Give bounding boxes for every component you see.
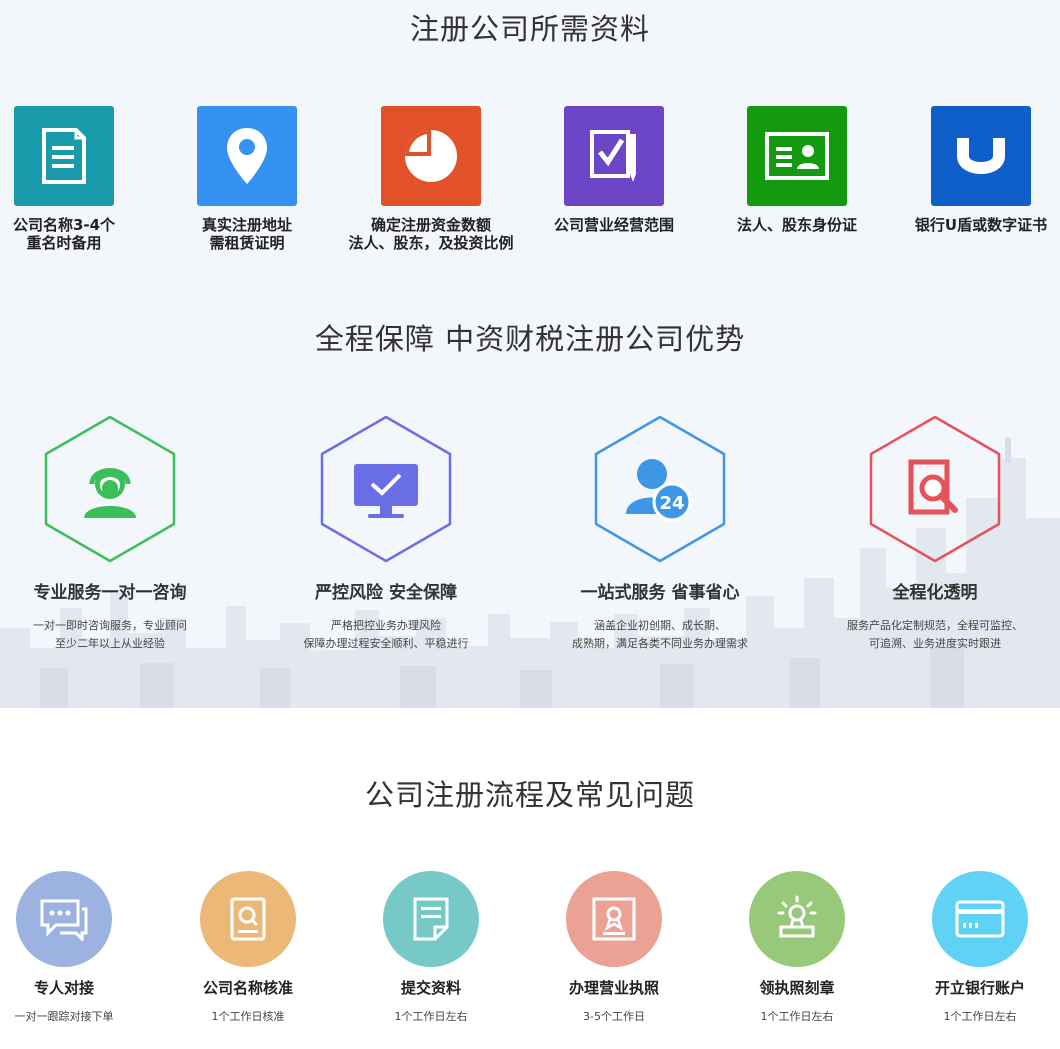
stamp-icon [749,871,845,967]
advantage-title: 全程化透明 [892,583,978,603]
id-card-icon [747,106,847,206]
u-key-icon [931,106,1031,206]
requirement-item: 公司名称3-4个 重名时备用 [0,106,159,252]
process-step: 办理营业执照 3-5个工作日 [534,871,694,1024]
document-icon [14,106,114,206]
advantage-desc: 涵盖企业初创期、成长期、 成熟期，满足各类不同业务办理需求 [572,619,748,650]
requirement-label: 公司营业经营范围 [553,216,674,234]
advantage-desc: 一对一即时咨询服务，专业顾问 至少二年以上从业经验 [33,619,187,650]
requirement-item: 银行U盾或数字证书 [886,106,1060,234]
advantages-title: 全程保障 中资财税注册公司优势 [314,322,746,356]
process-step-title: 专人对接 [33,979,94,997]
process-step: 提交资料 1个工作日左右 [351,871,511,1024]
chat-icon [16,871,112,967]
process-step-title: 公司名称核准 [202,979,293,997]
requirements-title: 注册公司所需资料 [409,12,650,46]
requirement-item: 法人、股东身份证 [702,106,892,234]
process-step-title: 办理营业执照 [568,979,659,997]
process-step-desc: 1个工作日左右 [394,1010,468,1023]
location-pin-icon [197,106,297,206]
license-icon [566,871,662,967]
process-step-desc: 1个工作日左右 [760,1010,834,1023]
advantage-title: 一站式服务 省事省心 [580,583,740,603]
advantage-item: 严控风险 安全保障 严格把控业务办理风险 保障办理过程安全顺利、平稳进行 [266,414,506,653]
process-step: 领执照刻章 1个工作日左右 [717,871,877,1024]
process-step-title: 领执照刻章 [759,979,835,997]
process-step: 公司名称核准 1个工作日核准 [168,871,328,1024]
requirement-item: 确定注册资金数额 法人、股东，及投资比例 [336,106,526,252]
consultant-icon [44,415,176,563]
advantage-item: 24 一站式服务 省事省心 涵盖企业初创期、成长期、 成熟期，满足各类不同业务办… [540,414,780,653]
bank-card-icon [932,871,1028,967]
advantage-desc: 严格把控业务办理风险 保障办理过程安全顺利、平稳进行 [303,619,469,650]
requirement-label: 公司名称3-4个 重名时备用 [12,216,116,252]
monitor-check-icon [320,415,452,563]
process-step-desc: 1个工作日左右 [943,1010,1017,1023]
document-search-icon [869,415,1001,563]
advantage-title: 专业服务一对一咨询 [33,583,187,603]
process-step-desc: 1个工作日核准 [211,1010,285,1023]
user-24-icon: 24 [594,415,726,563]
requirement-item: 真实注册地址 需租赁证明 [152,106,342,252]
advantage-item: 全程化透明 服务产品化定制规范，全程可监控、 可追溯、业务进度实时跟进 [815,414,1055,653]
process-step-desc: 一对一跟踪对接下单 [14,1010,114,1023]
requirement-label: 真实注册地址 需租赁证明 [201,216,292,252]
requirement-label: 确定注册资金数额 法人、股东，及投资比例 [348,216,514,252]
process-title: 公司注册流程及常见问题 [364,778,695,812]
checklist-icon [564,106,664,206]
requirement-item: 公司营业经营范围 [519,106,709,234]
advantage-desc: 服务产品化定制规范，全程可监控、 可追溯、业务进度实时跟进 [847,619,1023,650]
process-step-title: 开立银行账户 [934,979,1025,997]
svg-text:24: 24 [659,493,684,514]
requirement-label: 银行U盾或数字证书 [914,216,1048,234]
search-doc-icon [200,871,296,967]
process-step: 专人对接 一对一跟踪对接下单 [0,871,144,1024]
file-icon [383,871,479,967]
pie-chart-icon [381,106,481,206]
process-step: 开立银行账户 1个工作日左右 [900,871,1060,1024]
process-step-desc: 3-5个工作日 [583,1010,645,1023]
process-step-title: 提交资料 [400,979,461,997]
requirement-label: 法人、股东身份证 [736,216,857,234]
advantage-title: 严控风险 安全保障 [315,583,457,603]
advantage-item: 专业服务一对一咨询 一对一即时咨询服务，专业顾问 至少二年以上从业经验 [0,414,230,653]
